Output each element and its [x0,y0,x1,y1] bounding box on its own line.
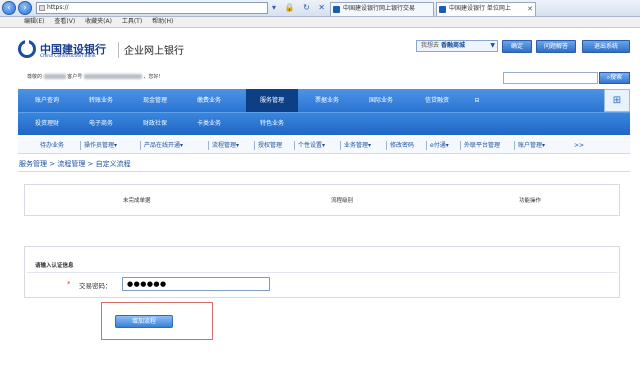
tnav-epay[interactable]: e付通▾ [430,137,449,154]
divider [386,141,387,150]
nav-international[interactable]: 国际业务 [356,89,406,112]
col-actions: 功能操作 [519,198,542,204]
tnav-pending[interactable]: 待办业务 [40,137,64,154]
tnav-auth[interactable]: 授权管理 [258,137,282,154]
tnav-change-password[interactable]: 修改密码 [390,137,414,154]
search-input[interactable] [503,72,598,84]
greeting-prefix: 尊敬的 [27,74,43,80]
menu-favorites[interactable]: 收藏夹(A) [85,18,112,25]
browser-toolbar: ‹ › https:// ▾ 🔒 ↻ ✕ 中国建设银行网上银行交易 中国建设银行… [0,0,640,17]
menu-help[interactable]: 帮助(H) [152,18,173,25]
menu-tools[interactable]: 工具(T) [122,18,142,25]
divider [426,141,427,150]
address-bar[interactable]: https:// [36,2,268,14]
browser-tab-1[interactable]: 中国建设银行网上银行交易 [330,2,434,16]
address-text: https:// [47,4,69,11]
tab-label: 中国建设银行网上银行交易 [343,5,416,12]
expand-icon[interactable]: ⊟ [470,89,484,112]
divider [27,272,617,273]
third-nav: 待办业务 操作员管理▾ 产品在线开通▾ 流程管理▾ 授权管理 个性设置▾ 业务管… [18,137,630,154]
nav-investment[interactable]: 投资理财 [22,113,72,135]
nav-service-management[interactable]: 服务管理 [246,89,298,112]
greeting-suffix: ，您好! [143,74,161,80]
nav-account-query[interactable]: 账户查询 [22,89,72,112]
greeting: 尊敬的 客户号 ，您好! [27,73,160,80]
logo-divider [118,42,119,58]
divider [80,141,81,150]
grid-menu-icon[interactable]: ⊞ [604,89,630,112]
tnav-business[interactable]: 业务管理▾ [344,137,371,154]
menu-view[interactable]: 查看(V) [54,18,75,25]
nav-cash-management[interactable]: 现金管理 [130,89,180,112]
tnav-flow[interactable]: 流程管理▾ [212,137,239,154]
forward-icon[interactable]: › [18,1,32,15]
greeting-mid: 客户号 [67,74,83,80]
search-label: 搜索 [610,74,623,81]
breadcrumb-divider [18,171,630,172]
divider [254,141,255,150]
nav-transfer[interactable]: 转账业务 [76,89,126,112]
password-field[interactable]: ●●●●●● [122,277,270,291]
lock-icon [39,5,45,11]
browser-menu-bar: 编辑(E) 查看(V) 收藏夹(A) 工具(T) 帮助(H) [0,17,640,28]
divider [140,141,141,150]
tnav-operator[interactable]: 操作员管理▾ [84,137,117,154]
flow-table: 未完成单据 流程级别 功能操作 [24,184,620,216]
menu-edit[interactable]: 编辑(E) [24,18,44,25]
nav-payment[interactable]: 缴费业务 [184,89,234,112]
auth-section: 请输入认证信息 * 交易密码： ●●●●●● [24,246,620,298]
close-icon[interactable]: ✕ [527,3,533,15]
logo-en-text: China Construction Bank [40,54,96,59]
logout-button[interactable]: 退出系统 [582,40,630,53]
nav-finance-social[interactable]: 财政社保 [130,113,180,135]
goto-prefix: 我想去 [421,42,440,49]
help-button[interactable]: 问题解答 [536,40,576,53]
divider [340,141,341,150]
browser-tab-2[interactable]: 中国建设银行 单位网上 ✕ [436,2,536,16]
tnav-product-open[interactable]: 产品在线开通▾ [144,137,183,154]
tnav-more[interactable]: >> [574,137,584,154]
nav-credit[interactable]: 信贷融资 [412,89,462,112]
ccb-logo-icon [18,40,36,58]
site-name: 企业网上银行 [124,46,184,57]
chevron-down-icon: ▼ [490,42,495,49]
sub-nav: 投资理财 电子商务 财政社保 卡类业务 特色业务 [18,112,630,135]
divider [294,141,295,150]
password-label: 交易密码： [79,282,112,290]
bank-favicon-icon [439,6,446,13]
add-flow-button[interactable]: 增加流程 [115,315,173,328]
search-button[interactable]: ⌕搜索 [599,72,630,84]
main-nav: 账户查询 转账业务 现金管理 缴费业务 服务管理 票据业务 国际业务 信贷融资 … [18,89,630,112]
tab-label: 中国建设银行 单位网上 [449,5,511,12]
col-flow-level: 流程级别 [331,198,354,204]
divider [460,141,461,150]
tnav-external[interactable]: 外联平台管理 [464,137,500,154]
tnav-account[interactable]: 账户管理▾ [518,137,545,154]
redacted-customer-no [83,74,142,79]
nav-ecommerce[interactable]: 电子商务 [76,113,126,135]
auth-title: 请输入认证信息 [35,263,74,269]
col-unfinished-docs: 未完成单据 [123,198,151,204]
tnav-personal[interactable]: 个性设置▾ [298,137,325,154]
breadcrumb: 服务管理 > 流程管理 > 自定义流程 [19,160,131,168]
divider [208,141,209,150]
address-tools[interactable]: ▾ 🔒 ↻ ✕ [272,2,328,14]
divider [514,141,515,150]
nav-special[interactable]: 特色业务 [246,113,298,135]
required-mark: * [67,280,71,288]
back-icon[interactable]: ‹ [2,1,16,15]
nav-card[interactable]: 卡类业务 [184,113,234,135]
redacted-company [43,74,66,79]
goto-select[interactable]: 我想去 香融商城 ▼ [416,40,498,52]
goto-value: 香融商城 [440,42,465,49]
nav-bills[interactable]: 票据业务 [302,89,352,112]
bank-favicon-icon [333,6,340,13]
confirm-button[interactable]: 确定 [502,40,532,53]
